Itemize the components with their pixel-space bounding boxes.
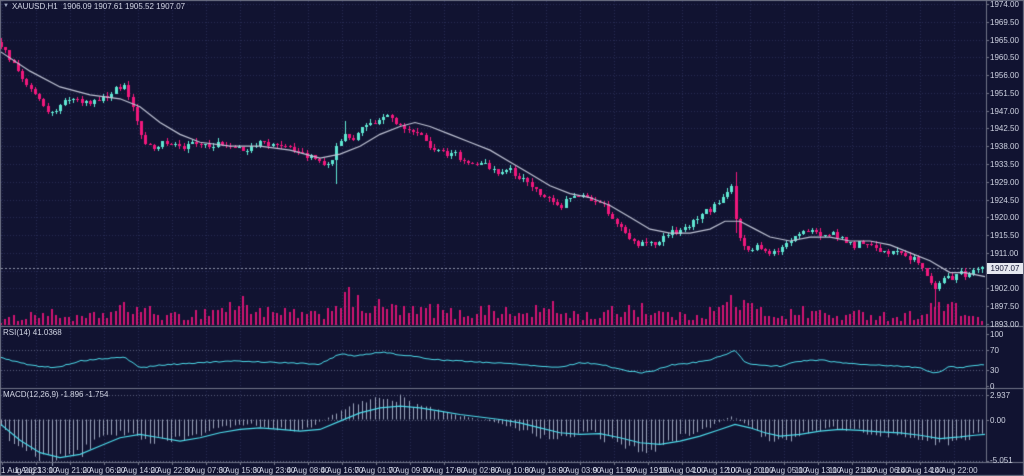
price-axis[interactable]: 1974.00 1969.50 1965.00 1960.50 1956.00 1951.…: [986, 0, 1024, 326]
chart-canvas[interactable]: [0, 0, 1024, 476]
price-tick-label: 1965.00: [990, 36, 1019, 45]
current-price-tag: 1907.07: [987, 263, 1023, 274]
price-tick-label: 1947.00: [990, 107, 1019, 116]
time-axis[interactable]: 1 Aug 20231 Aug 13:001 Aug 21:002 Aug 06…: [0, 462, 986, 476]
price-tick-label: 1911.00: [990, 249, 1018, 258]
price-tick-label: 1915.50: [990, 231, 1019, 240]
price-tick-label: 1933.50: [990, 160, 1019, 169]
price-tick-label: 1960.50: [990, 53, 1019, 62]
chart-title-bar: ▼XAUUSD,H1 1906.09 1907.61 1905.52 1907.0…: [3, 2, 185, 11]
price-tick-label: 1920.00: [990, 213, 1019, 222]
rsi-tick-label: 70: [990, 346, 999, 355]
price-tick-label: 1929.00: [990, 178, 1019, 187]
price-tick-label: 1938.00: [990, 142, 1019, 151]
macd-axis[interactable]: 2.937 0.00 -5.051: [986, 388, 1024, 462]
price-tick-label: 1924.50: [990, 196, 1019, 205]
macd-tick-label: 0.00: [990, 416, 1006, 425]
price-tick-label: 1951.50: [990, 89, 1019, 98]
price-tick-label: 1942.50: [990, 124, 1019, 133]
symbol-dropdown-icon[interactable]: ▼: [3, 3, 9, 9]
rsi-tick-label: 100: [990, 330, 1003, 339]
price-tick-label: 1902.00: [990, 284, 1019, 293]
mt5-chart-window: ▼XAUUSD,H1 1906.09 1907.61 1905.52 1907.0…: [0, 0, 1024, 476]
macd-tick-label: 2.937: [990, 391, 1010, 400]
symbol-label: XAUUSD,H1: [12, 2, 58, 11]
price-tick-label: 1974.00: [990, 0, 1019, 9]
time-tick-label: 14 Aug 22:00: [930, 466, 977, 475]
rsi-tick-label: 30: [990, 366, 999, 375]
rsi-indicator-label: RSI(14) 41.0368: [3, 328, 62, 337]
price-tick-label: 1897.50: [990, 302, 1019, 311]
price-tick-label: 1969.50: [990, 18, 1019, 27]
macd-indicator-label: MACD(12,26,9) -1.896 -1.754: [3, 390, 108, 399]
rsi-axis[interactable]: 10070300: [986, 326, 1024, 388]
price-tick-label: 1956.00: [990, 71, 1019, 80]
macd-tick-label: -5.051: [990, 456, 1013, 465]
ohlc-values: 1906.09 1907.61 1905.52 1907.07: [63, 2, 185, 11]
